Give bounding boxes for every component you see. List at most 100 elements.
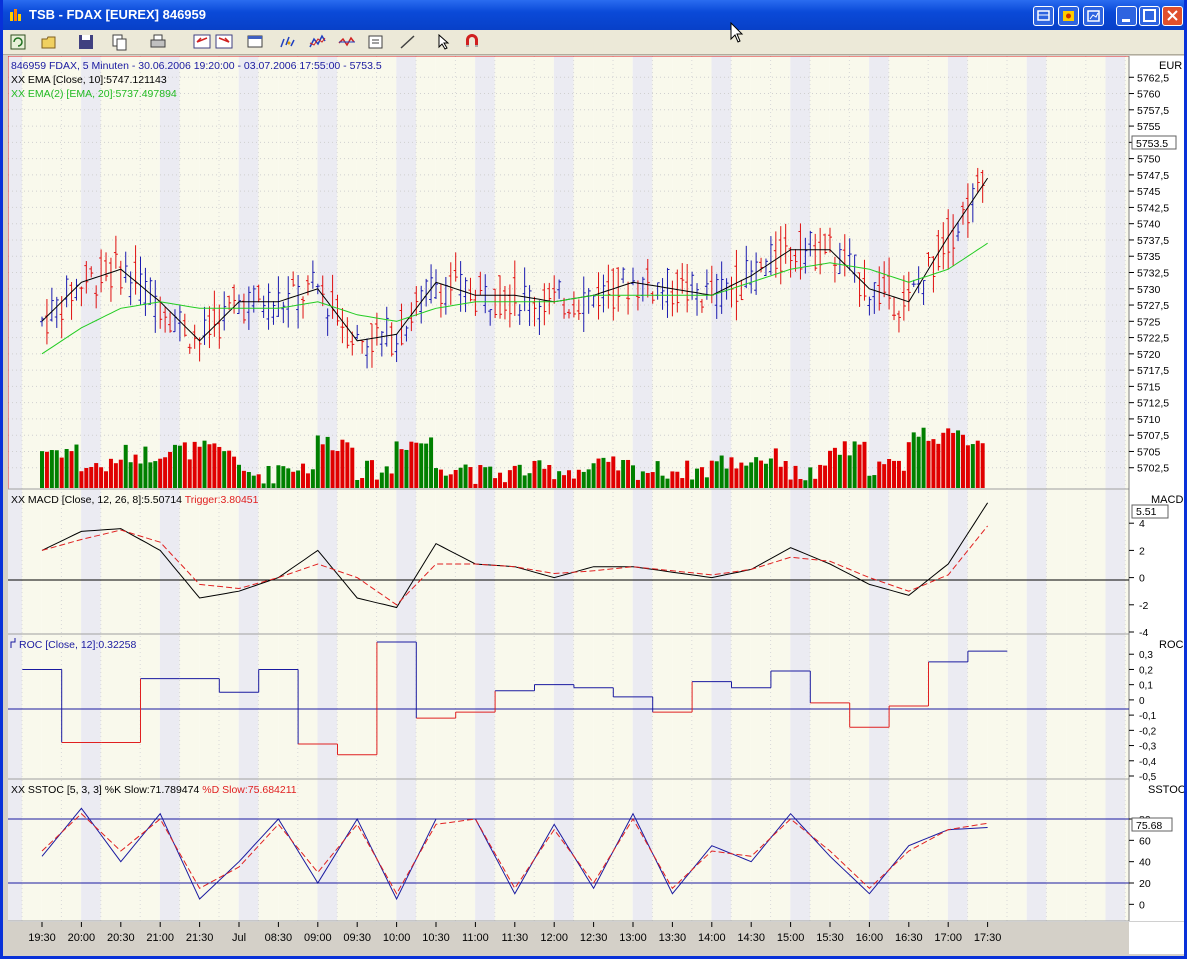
volume-bar <box>872 475 877 488</box>
cursor-icon[interactable] <box>435 33 453 51</box>
volume-bar <box>951 432 956 488</box>
price-tick-label: 5737,5 <box>1137 235 1169 247</box>
price-tick-label: 5712,5 <box>1137 398 1169 410</box>
volume-bar <box>522 475 527 488</box>
volume-bar <box>286 468 291 488</box>
print-icon[interactable] <box>149 33 167 51</box>
chart-window-icon[interactable] <box>247 33 265 51</box>
open-folder-icon[interactable] <box>41 33 59 51</box>
volume-bar <box>571 478 576 488</box>
indicator-icon[interactable] <box>309 33 327 51</box>
volume-bar <box>763 463 768 488</box>
time-tick-label: 21:30 <box>186 932 214 944</box>
properties-icon[interactable] <box>367 33 385 51</box>
volume-bar <box>586 469 591 488</box>
roc-tick-label: 0,1 <box>1139 681 1153 692</box>
volume-bar <box>212 443 217 488</box>
chart-area[interactable]: 846959 FDAX, 5 Minuten - 30.06.2006 19:2… <box>2 55 1186 954</box>
sstoc-last-value: 75.68 <box>1136 820 1162 832</box>
price-tick-label: 5725 <box>1137 316 1161 328</box>
volume-bar <box>685 460 690 488</box>
draw-line-icon[interactable] <box>399 33 417 51</box>
last-price: 5753.5 <box>1136 138 1168 150</box>
volume-bar <box>335 450 340 488</box>
volume-bar <box>970 444 975 488</box>
volume-bar <box>113 463 118 488</box>
volume-bar <box>74 444 79 488</box>
volume-bar <box>931 439 936 488</box>
forward-icon[interactable] <box>215 33 233 51</box>
price-tick-label: 5722,5 <box>1137 333 1169 345</box>
chart-window-icon[interactable] <box>1083 6 1104 26</box>
roc-tick-label: 0,3 <box>1139 650 1153 661</box>
volume-bar <box>374 479 379 488</box>
volume-bar <box>547 464 552 488</box>
volume-bar <box>232 456 237 488</box>
time-tick-label: 13:30 <box>659 932 687 944</box>
price-tick-label: 5755 <box>1137 121 1161 133</box>
settings-icon[interactable] <box>1058 6 1079 26</box>
volume-bar <box>463 464 468 488</box>
back-icon[interactable] <box>193 33 211 51</box>
volume-bar <box>507 470 512 488</box>
volume-bar <box>320 444 325 488</box>
bar-chart-icon[interactable] <box>279 33 297 51</box>
volume-bar <box>552 479 557 488</box>
close-button[interactable] <box>1162 6 1183 26</box>
toolbar <box>3 30 1184 55</box>
save-icon[interactable] <box>77 33 95 51</box>
volume-bar <box>153 461 158 488</box>
time-tick-label: 12:30 <box>580 932 608 944</box>
volume-bar <box>197 446 202 488</box>
volume-bar <box>276 465 281 488</box>
volume-bar <box>699 467 704 488</box>
refresh-icon[interactable] <box>9 33 27 51</box>
volume-bar <box>434 468 438 488</box>
volume-bar <box>69 451 74 488</box>
title-bar[interactable]: TSB - FDAX [EUREX] 846959 <box>3 0 1184 30</box>
volume-bar <box>241 470 246 488</box>
macd-tick-label: 4 <box>1139 518 1145 530</box>
time-tick-label: 20:00 <box>68 932 96 944</box>
volume-bar <box>980 443 985 488</box>
volume-bar <box>493 478 498 488</box>
volume-bar <box>172 444 177 488</box>
volume-bar <box>443 475 448 488</box>
volume-bar <box>704 477 709 488</box>
time-tick-label: 09:00 <box>304 932 332 944</box>
window-title: TSB - FDAX [EUREX] 846959 <box>29 7 206 22</box>
volume-bar <box>960 434 965 488</box>
macd-name: MACD <box>1151 494 1183 506</box>
volume-bar <box>611 456 616 488</box>
volume-bar <box>182 442 187 488</box>
time-tick-label: 15:30 <box>816 932 844 944</box>
volume-bar <box>832 447 837 488</box>
volume-bar <box>315 435 320 488</box>
volume-bar <box>148 462 153 488</box>
volume-bar <box>251 475 256 488</box>
volume-bar <box>409 441 414 488</box>
roc-tick-label: 0 <box>1139 696 1145 707</box>
maximize-button[interactable] <box>1139 6 1160 26</box>
volume-bar <box>576 469 581 488</box>
volume-bar <box>896 460 901 488</box>
price-tick-label: 5745 <box>1137 186 1161 198</box>
volume-bar <box>734 468 739 488</box>
magnet-icon[interactable] <box>463 33 481 51</box>
roc-tick-label: -0,4 <box>1139 757 1157 768</box>
volume-bar <box>123 444 128 488</box>
price-header: 846959 FDAX, 5 Minuten - 30.06.2006 19:2… <box>11 60 382 72</box>
copy-icon[interactable] <box>111 33 129 51</box>
chart-canvas[interactable]: 846959 FDAX, 5 Minuten - 30.06.2006 19:2… <box>2 55 1186 954</box>
layout-icon[interactable] <box>1033 6 1054 26</box>
volume-bar <box>163 457 168 488</box>
volume-bar <box>798 479 803 488</box>
oscillator-icon[interactable] <box>338 33 356 51</box>
minimize-button[interactable] <box>1116 6 1137 26</box>
price-tick-label: 5707,5 <box>1137 430 1169 442</box>
volume-bar <box>271 483 276 488</box>
mouse-cursor-icon <box>730 22 744 43</box>
volume-bar <box>675 471 680 488</box>
volume-bar <box>394 441 399 488</box>
volume-bar <box>901 470 906 488</box>
